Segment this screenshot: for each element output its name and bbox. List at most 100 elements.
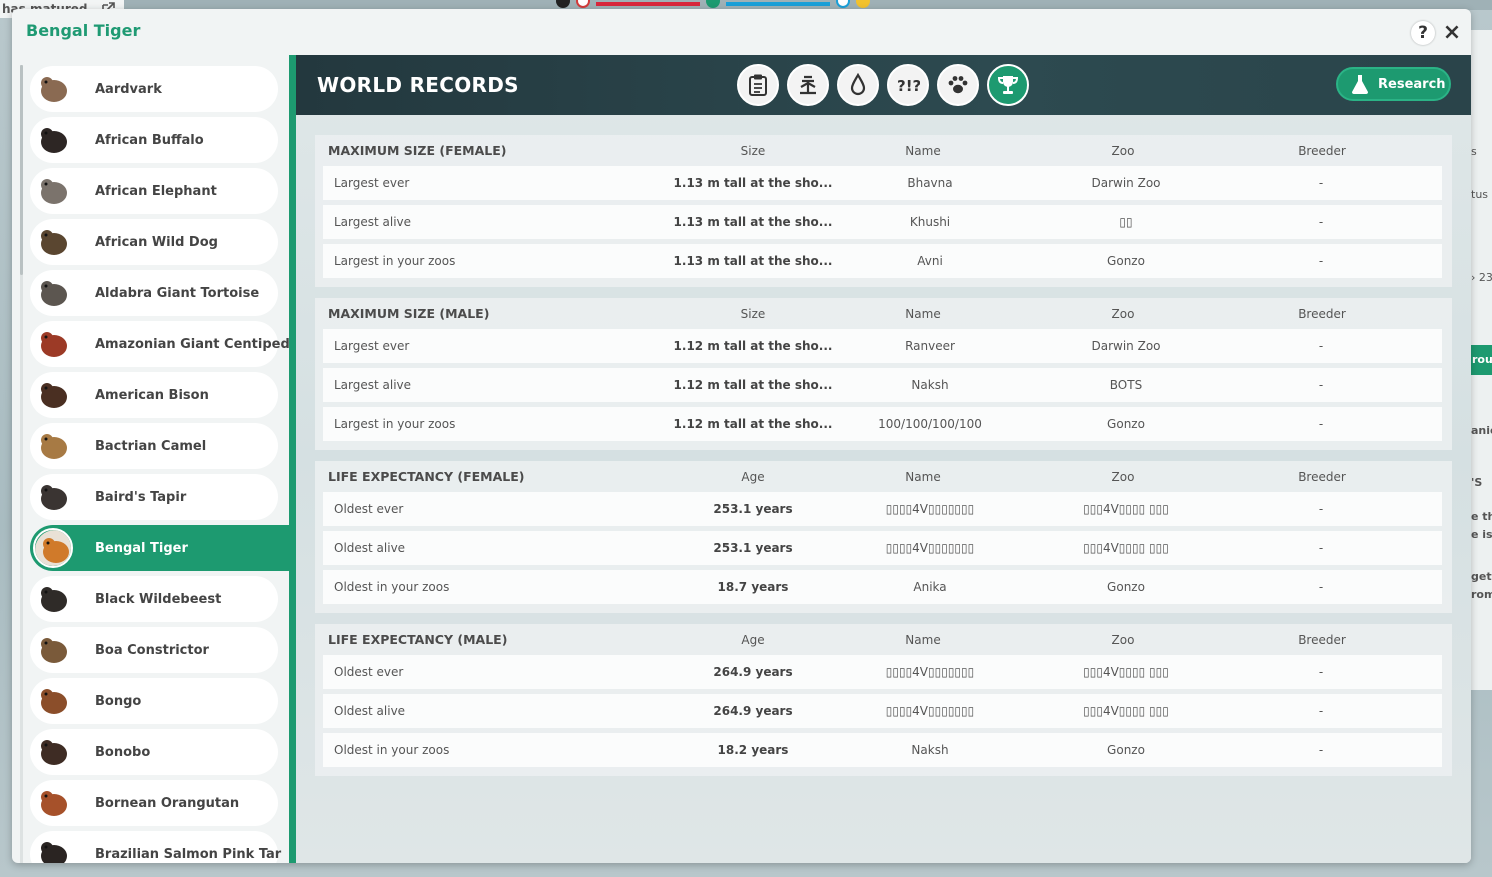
animal-avatar (33, 171, 73, 211)
record-label: Oldest ever (334, 665, 404, 679)
record-row[interactable]: Oldest ever 253.1 years ▯▯▯▯4V▯▯▯▯▯▯▯ ▯▯▯4V… (323, 492, 1442, 526)
record-zoo: ▯▯ (1119, 215, 1133, 229)
record-label: Largest alive (334, 215, 412, 229)
sidebar-item-label: African Buffalo (95, 132, 204, 148)
window-title: Bengal Tiger (26, 21, 141, 40)
sidebar-item-black-wildebeest[interactable]: Black Wildebeest (30, 576, 278, 622)
record-breeder: - (1318, 339, 1324, 353)
sidebar-item-label: Boa Constrictor (95, 642, 209, 658)
sidebar-item-label: American Bison (95, 387, 209, 403)
record-label: Oldest alive (334, 704, 406, 718)
record-zoo: Gonzo (1107, 580, 1145, 594)
sidebar-item-label: African Elephant (95, 183, 217, 199)
tab-info[interactable] (737, 64, 779, 106)
record-breeder: - (1318, 417, 1324, 431)
hud-icon (556, 0, 570, 8)
animal-avatar (33, 120, 73, 160)
record-name: Bhavna (907, 176, 953, 190)
sidebar-item-boa-constrictor[interactable]: Boa Constrictor (30, 627, 278, 673)
sidebar-item-african-elephant[interactable]: African Elephant (30, 168, 278, 214)
tab-welfare[interactable] (837, 64, 879, 106)
sidebar-item-bengal-tiger[interactable]: Bengal Tiger (30, 525, 289, 571)
species-list[interactable]: Aardvark African Buffalo African Elephant A… (18, 55, 289, 863)
plus-icon (706, 0, 720, 8)
scrollbar-thumb[interactable] (20, 65, 23, 275)
record-row[interactable]: Oldest in your zoos 18.7 years Anika Gonzo - (323, 570, 1442, 604)
record-row[interactable]: Oldest ever 264.9 years ▯▯▯▯4V▯▯▯▯▯▯▯ ▯▯▯4V… (323, 655, 1442, 689)
section-header: MAXIMUM SIZE (MALE) Size Name Zoo Breeder (315, 298, 1452, 328)
records-header: WORLD RECORDS ?!? Research (296, 55, 1471, 115)
sidebar-item-african-wild-dog[interactable]: African Wild Dog (30, 219, 278, 265)
record-name: Naksh (911, 743, 949, 757)
record-row[interactable]: Largest in your zoos 1.13 m tall at the s… (323, 244, 1442, 278)
record-row[interactable]: Oldest alive 253.1 years ▯▯▯▯4V▯▯▯▯▯▯▯ ▯▯▯4… (323, 531, 1442, 565)
help-button[interactable]: ? (1411, 21, 1435, 45)
sidebar-item-bonobo[interactable]: Bonobo (30, 729, 278, 775)
tab-traits[interactable] (937, 64, 979, 106)
record-row[interactable]: Largest in your zoos 1.12 m tall at the s… (323, 407, 1442, 441)
record-section: LIFE EXPECTANCY (FEMALE) Age Name Zoo Breede… (315, 461, 1452, 613)
column-header: Breeder (1298, 307, 1346, 321)
animal-avatar (33, 426, 73, 466)
section-title: MAXIMUM SIZE (FEMALE) (328, 143, 507, 158)
record-row[interactable]: Oldest in your zoos 18.2 years Naksh Gonzo - (323, 733, 1442, 767)
sidebar-item-baird-s-tapir[interactable]: Baird's Tapir (30, 474, 278, 520)
record-label: Oldest alive (334, 541, 406, 555)
behaviour-icon: ?!? (897, 77, 920, 95)
record-value: 1.12 m tall at the sho... (673, 378, 833, 392)
fragment-text: e is. (1471, 528, 1492, 541)
sidebar-item-brazilian-salmon-pink-tar[interactable]: Brazilian Salmon Pink Tar (30, 831, 281, 863)
sidebar-item-amazonian-giant-centipede[interactable]: Amazonian Giant Centipede (30, 321, 289, 367)
sidebar-item-label: Black Wildebeest (95, 591, 222, 607)
close-button[interactable]: × (1440, 19, 1464, 45)
sidebar-item-american-bison[interactable]: American Bison (30, 372, 278, 418)
section-header: LIFE EXPECTANCY (MALE) Age Name Zoo Breeder (315, 624, 1452, 654)
tab-world-records[interactable] (987, 64, 1029, 106)
trophy-icon (997, 76, 1019, 94)
sidebar-item-bactrian-camel[interactable]: Bactrian Camel (30, 423, 278, 469)
sidebar-item-bornean-orangutan[interactable]: Bornean Orangutan (30, 780, 278, 826)
column-header: Name (905, 144, 941, 158)
record-row[interactable]: Largest alive 1.12 m tall at the sho... Na… (323, 368, 1442, 402)
record-row[interactable]: Largest alive 1.13 m tall at the sho... Kh… (323, 205, 1442, 239)
sidebar-item-label: Aldabra Giant Tortoise (95, 285, 260, 301)
sidebar-item-african-buffalo[interactable]: African Buffalo (30, 117, 278, 163)
record-label: Largest alive (334, 378, 412, 392)
record-breeder: - (1318, 215, 1324, 229)
record-value: 253.1 years (713, 502, 793, 516)
fragment-text: get a (1471, 570, 1492, 583)
sidebar-item-aldabra-giant-tortoise[interactable]: Aldabra Giant Tortoise (30, 270, 278, 316)
fragment-text: anic (1471, 424, 1492, 437)
column-header: Breeder (1298, 633, 1346, 647)
sidebar-item-aardvark[interactable]: Aardvark (30, 66, 278, 112)
column-header: Name (905, 633, 941, 647)
record-zoo: Gonzo (1107, 417, 1145, 431)
fragment-text: › 23 (1471, 271, 1492, 284)
record-name: ▯▯▯▯4V▯▯▯▯▯▯▯ (885, 541, 975, 555)
record-breeder: - (1318, 378, 1324, 392)
sidebar-divider (289, 55, 296, 863)
record-row[interactable]: Oldest alive 264.9 years ▯▯▯▯4V▯▯▯▯▯▯▯ ▯▯▯4… (323, 694, 1442, 728)
records-panel: WORLD RECORDS ?!? Research MAXIMUM SIZE … (296, 55, 1471, 863)
paw-icon (948, 76, 968, 94)
section-title: MAXIMUM SIZE (MALE) (328, 306, 490, 321)
record-value: 18.2 years (717, 743, 789, 757)
hud-bar-red (596, 2, 700, 6)
animal-avatar (33, 834, 73, 863)
tab-habitat[interactable] (787, 64, 829, 106)
sidebar-item-bongo[interactable]: Bongo (30, 678, 278, 724)
tab-behaviour[interactable]: ?!? (887, 64, 929, 106)
column-header: Name (905, 307, 941, 321)
sidebar-item-label: Bonobo (95, 744, 151, 760)
record-label: Largest ever (334, 176, 410, 190)
record-name: Naksh (911, 378, 949, 392)
record-name: Khushi (909, 215, 951, 229)
record-row[interactable]: Largest ever 1.13 m tall at the sho... Bha… (323, 166, 1442, 200)
page-title: WORLD RECORDS (317, 73, 519, 97)
research-button[interactable]: Research (1336, 67, 1451, 101)
record-row[interactable]: Largest ever 1.12 m tall at the sho... Ran… (323, 329, 1442, 363)
column-header: Zoo (1111, 144, 1135, 158)
record-zoo: ▯▯▯4V▯▯▯▯ ▯▯▯ (1083, 704, 1169, 718)
game-hud-bars (556, 0, 870, 8)
section-header: LIFE EXPECTANCY (FEMALE) Age Name Zoo Breede… (315, 461, 1452, 491)
